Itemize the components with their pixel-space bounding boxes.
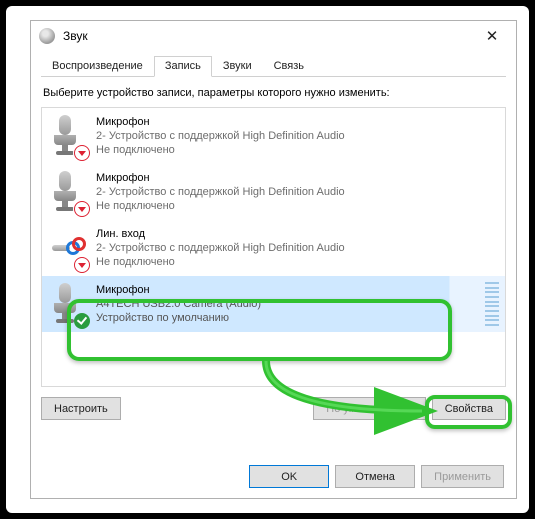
set-default-button[interactable]: По умолчанию: [313, 397, 425, 420]
tab-recording[interactable]: Запись: [154, 56, 212, 77]
titlebar: Звук ✕: [31, 21, 516, 51]
device-name: Микрофон: [96, 171, 345, 185]
disconnected-badge-icon: [74, 257, 90, 273]
window-title: Звук: [63, 29, 88, 43]
configure-button[interactable]: Настроить: [41, 397, 121, 420]
microphone-icon: [52, 115, 86, 157]
apply-button[interactable]: Применить: [421, 465, 504, 488]
device-row[interactable]: Микрофон 2- Устройство с поддержкой High…: [42, 108, 505, 164]
microphone-icon: [52, 283, 86, 325]
sound-dialog: Звук ✕ Воспроизведение Запись Звуки Связ…: [30, 20, 517, 499]
close-icon[interactable]: ✕: [472, 22, 512, 50]
properties-button[interactable]: Свойства: [432, 397, 506, 420]
ok-button[interactable]: OK: [249, 465, 329, 488]
device-desc: 2- Устройство с поддержкой High Definiti…: [96, 241, 345, 255]
tabs: Воспроизведение Запись Звуки Связь: [41, 55, 506, 77]
device-row[interactable]: Микрофон 2- Устройство с поддержкой High…: [42, 164, 505, 220]
tab-playback[interactable]: Воспроизведение: [41, 56, 154, 77]
line-in-icon: [52, 227, 86, 269]
device-list: Микрофон 2- Устройство с поддержкой High…: [41, 107, 506, 387]
device-status: Не подключено: [96, 199, 345, 213]
cancel-button[interactable]: Отмена: [335, 465, 415, 488]
device-status: Не подключено: [96, 255, 345, 269]
device-name: Лин. вход: [96, 227, 345, 241]
device-name: Микрофон: [96, 283, 261, 297]
device-status: Не подключено: [96, 143, 345, 157]
device-name: Микрофон: [96, 115, 345, 129]
level-meter-icon: [485, 282, 499, 326]
disconnected-badge-icon: [74, 145, 90, 161]
tab-sounds[interactable]: Звуки: [212, 56, 263, 77]
microphone-icon: [52, 171, 86, 213]
sound-icon: [39, 28, 55, 44]
device-row-selected[interactable]: Микрофон A4TECH USB2.0 Camera (Audio) Ус…: [42, 276, 505, 332]
device-desc: 2- Устройство с поддержкой High Definiti…: [96, 129, 345, 143]
disconnected-badge-icon: [74, 201, 90, 217]
device-status: Устройство по умолчанию: [96, 311, 261, 325]
device-desc: 2- Устройство с поддержкой High Definiti…: [96, 185, 345, 199]
device-row[interactable]: Лин. вход 2- Устройство с поддержкой Hig…: [42, 220, 505, 276]
device-desc: A4TECH USB2.0 Camera (Audio): [96, 297, 261, 311]
default-badge-icon: [74, 313, 90, 329]
tab-communications[interactable]: Связь: [263, 56, 315, 77]
instruction-text: Выберите устройство записи, параметры ко…: [43, 87, 504, 99]
